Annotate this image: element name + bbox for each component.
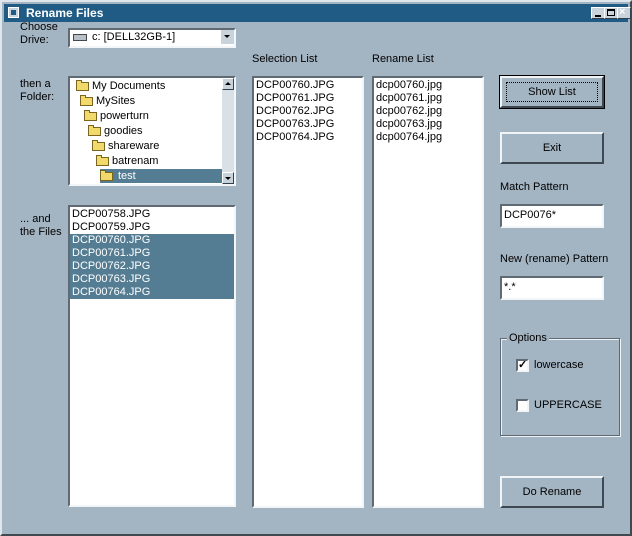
- close-button[interactable]: ×: [617, 6, 631, 19]
- list-item[interactable]: DCP00760.JPG: [254, 79, 362, 92]
- show-list-label: Show List: [528, 86, 576, 98]
- then-folder-label: then a Folder:: [20, 78, 55, 103]
- choose-drive-label: Choose Drive:: [20, 21, 58, 46]
- folder-icon: [84, 109, 97, 121]
- new-pattern-input[interactable]: *.*: [500, 276, 604, 300]
- list-item[interactable]: dcp00762.jpg: [374, 105, 482, 118]
- options-groupbox: Options ✓ lowercase UPPERCASE: [500, 332, 620, 436]
- folder-icon: [76, 79, 89, 91]
- scroll-up-icon[interactable]: [222, 78, 234, 90]
- folder-item[interactable]: shareware: [92, 139, 159, 153]
- folder-icon: [96, 154, 109, 166]
- selection-list[interactable]: DCP00760.JPG DCP00761.JPG DCP00762.JPG DCP0…: [252, 76, 364, 508]
- list-item[interactable]: DCP00764.JPG: [254, 131, 362, 144]
- match-pattern-label: Match Pattern: [500, 181, 569, 193]
- uppercase-checkbox[interactable]: [516, 399, 529, 412]
- minimize-button[interactable]: [591, 7, 605, 19]
- list-item[interactable]: DCP00758.JPG: [70, 208, 234, 221]
- drive-selected: c: [DELL32GB-1]: [92, 31, 176, 43]
- folder-label: batrenam: [112, 155, 159, 167]
- list-item[interactable]: DCP00759.JPG: [70, 221, 234, 234]
- folder-icon: [92, 139, 105, 151]
- folder-icon: [100, 169, 113, 181]
- title-bar[interactable]: Rename Files ×: [4, 4, 631, 22]
- close-icon: ×: [619, 6, 626, 18]
- uppercase-label[interactable]: UPPERCASE: [534, 399, 602, 412]
- folder-label: My Documents: [92, 80, 166, 92]
- folder-item[interactable]: My Documents: [76, 79, 165, 93]
- folder-scrollbar[interactable]: [222, 78, 234, 184]
- maximize-icon: [607, 9, 615, 16]
- folder-item[interactable]: goodies: [88, 124, 143, 138]
- list-item[interactable]: DCP00761.JPG: [70, 247, 234, 260]
- folder-item[interactable]: powerturn: [84, 109, 149, 123]
- chevron-down-icon[interactable]: [220, 30, 234, 44]
- folder-label: shareware: [108, 140, 160, 152]
- and-files-label: ... and the Files: [20, 213, 62, 238]
- scroll-down-icon[interactable]: [222, 172, 234, 184]
- do-rename-button[interactable]: Do Rename: [500, 476, 604, 508]
- folder-label: MySites: [96, 95, 136, 107]
- folder-label: goodies: [104, 125, 143, 137]
- list-item[interactable]: DCP00763.JPG: [254, 118, 362, 131]
- new-pattern-label: New (rename) Pattern: [500, 253, 609, 265]
- show-list-button[interactable]: Show List: [499, 75, 605, 109]
- folder-item[interactable]: MySites: [80, 94, 135, 108]
- list-item[interactable]: dcp00761.jpg: [374, 92, 482, 105]
- list-item[interactable]: DCP00761.JPG: [254, 92, 362, 105]
- list-item[interactable]: dcp00760.jpg: [374, 79, 482, 92]
- list-item[interactable]: DCP00760.JPG: [70, 234, 234, 247]
- drive-combobox[interactable]: c: [DELL32GB-1]: [68, 28, 236, 48]
- list-item[interactable]: DCP00762.JPG: [70, 260, 234, 273]
- lowercase-checkbox[interactable]: ✓: [516, 359, 529, 372]
- app-icon[interactable]: [8, 7, 19, 18]
- selection-list-label: Selection List: [252, 53, 318, 65]
- list-item[interactable]: DCP00763.JPG: [70, 273, 234, 286]
- list-item[interactable]: DCP00762.JPG: [254, 105, 362, 118]
- list-item[interactable]: DCP00764.JPG: [70, 286, 234, 299]
- minimize-icon: [595, 15, 601, 17]
- do-rename-label: Do Rename: [522, 486, 582, 498]
- folder-label: powerturn: [100, 110, 149, 122]
- drive-icon: [73, 34, 87, 41]
- folder-item[interactable]: test: [100, 169, 222, 183]
- maximize-button[interactable]: [604, 7, 618, 19]
- rename-list[interactable]: dcp00760.jpg dcp00761.jpg dcp00762.jpg dcp0…: [372, 76, 484, 508]
- folder-icon: [80, 94, 93, 106]
- exit-label: Exit: [542, 142, 562, 154]
- folder-list[interactable]: My Documents MySites powerturn goodies share…: [68, 76, 236, 186]
- folder-icon: [88, 124, 101, 136]
- list-item[interactable]: dcp00764.jpg: [374, 131, 482, 144]
- lowercase-label[interactable]: lowercase: [534, 359, 584, 372]
- window-title: Rename Files: [26, 6, 104, 20]
- folder-item[interactable]: batrenam: [96, 154, 158, 168]
- folder-label: test: [116, 170, 138, 182]
- file-list[interactable]: DCP00758.JPG DCP00759.JPG DCP00760.JPG DCP0…: [68, 205, 236, 507]
- options-legend: Options: [507, 332, 549, 344]
- list-item[interactable]: dcp00763.jpg: [374, 118, 482, 131]
- match-pattern-input[interactable]: DCP0076*: [500, 204, 604, 228]
- exit-button[interactable]: Exit: [500, 132, 604, 164]
- rename-list-label: Rename List: [372, 53, 434, 65]
